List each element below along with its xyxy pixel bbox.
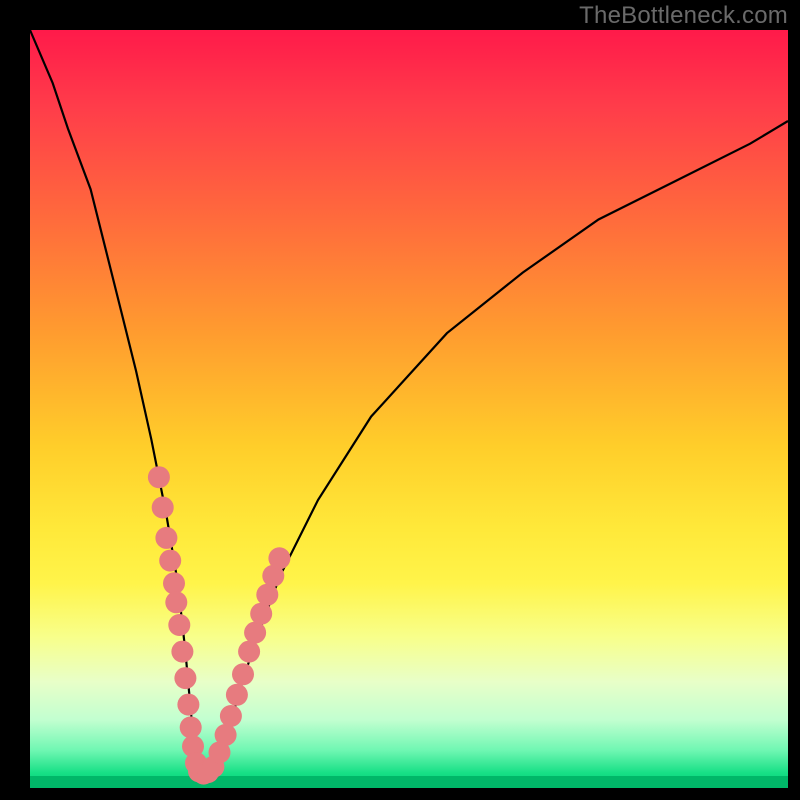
chart-stage: TheBottleneck.com: [0, 0, 800, 800]
plot-background: [30, 30, 788, 788]
watermark-text: TheBottleneck.com: [579, 2, 788, 30]
